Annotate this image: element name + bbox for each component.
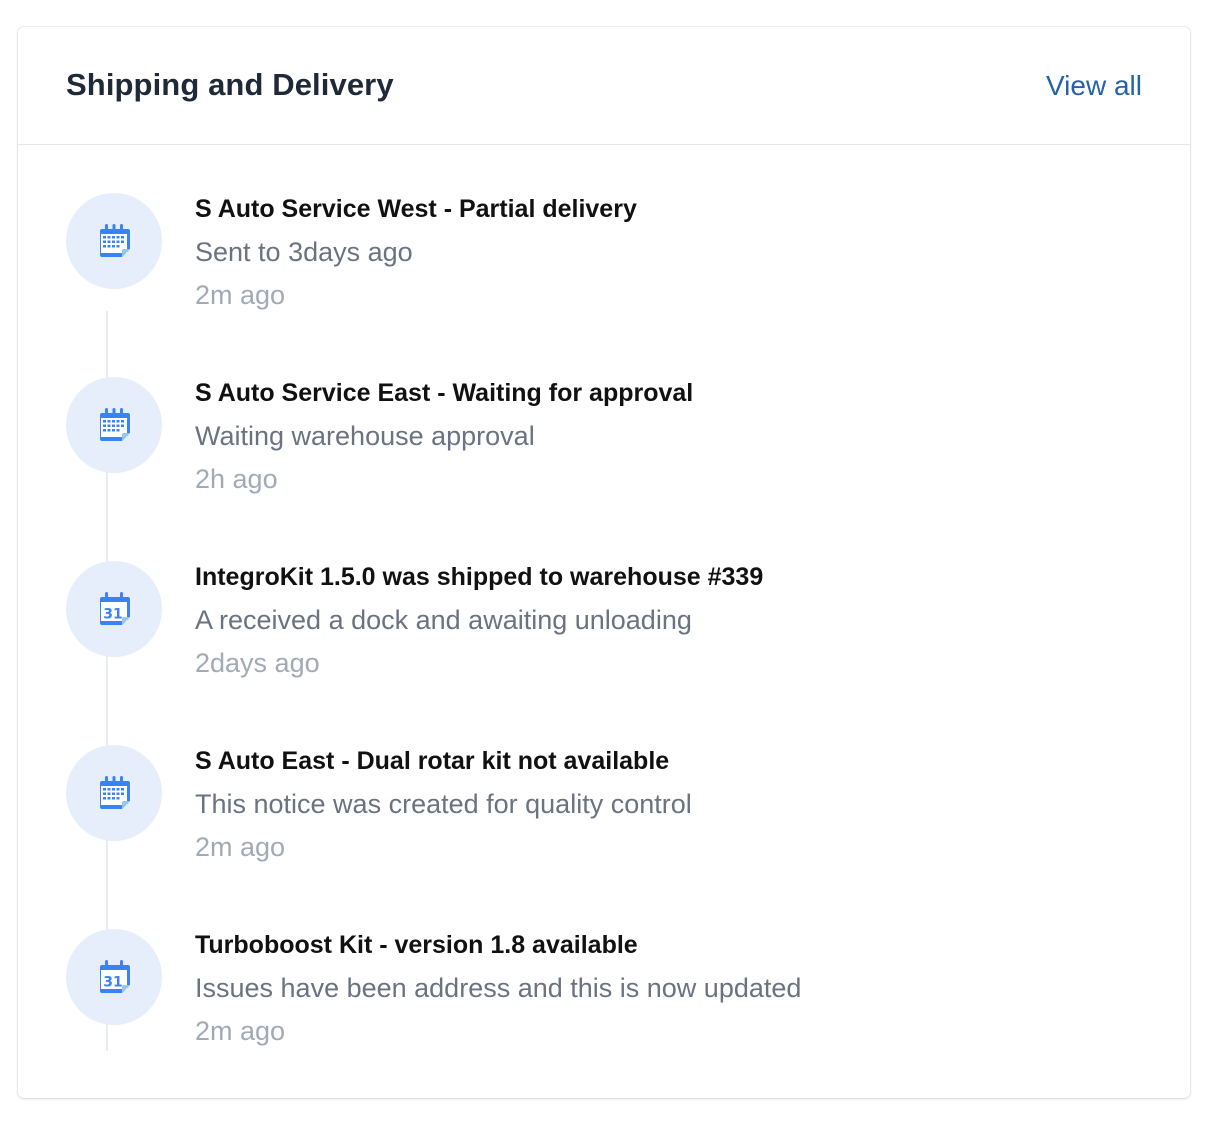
item-title: S Auto East - Dual rotar kit not availab… (195, 747, 670, 775)
item-description: Waiting warehouse approval (195, 421, 535, 451)
item-timestamp: 2m ago (195, 832, 286, 862)
timeline-item[interactable]: IntegroKit 1.5.0 was shipped to warehous… (18, 513, 1190, 697)
calendar-31-icon (66, 929, 162, 1025)
item-timestamp: 2m ago (195, 1016, 286, 1046)
item-title: S Auto Service West - Partial delivery (195, 195, 637, 223)
timeline-item[interactable]: S Auto East - Dual rotar kit not availab… (18, 697, 1190, 881)
item-title: S Auto Service East - Waiting for approv… (195, 379, 694, 407)
item-title: IntegroKit 1.5.0 was shipped to warehous… (195, 563, 764, 591)
card-header: Shipping and Delivery View all (18, 27, 1190, 145)
item-description: This notice was created for quality cont… (195, 789, 692, 819)
timeline-item[interactable]: S Auto Service West - Partial delivery S… (18, 145, 1190, 329)
item-description: Issues have been address and this is now… (195, 973, 802, 1003)
shipping-delivery-card: Shipping and Delivery View all S Auto Se… (18, 27, 1190, 1098)
calendar-grid-icon (66, 193, 162, 289)
calendar-grid-icon (66, 377, 162, 473)
item-timestamp: 2days ago (195, 648, 320, 678)
item-timestamp: 2h ago (195, 464, 278, 494)
timeline-item[interactable]: Turboboost Kit - version 1.8 available I… (18, 881, 1190, 1065)
calendar-grid-icon (66, 745, 162, 841)
card-title: Shipping and Delivery (66, 67, 394, 102)
item-title: Turboboost Kit - version 1.8 available (195, 931, 638, 959)
item-description: Sent to 3days ago (195, 237, 413, 267)
calendar-31-icon (66, 561, 162, 657)
view-all-link[interactable]: View all (1046, 69, 1142, 103)
item-description: A received a dock and awaiting unloading (195, 605, 692, 635)
timeline-item[interactable]: S Auto Service East - Waiting for approv… (18, 329, 1190, 513)
item-timestamp: 2m ago (195, 280, 286, 310)
